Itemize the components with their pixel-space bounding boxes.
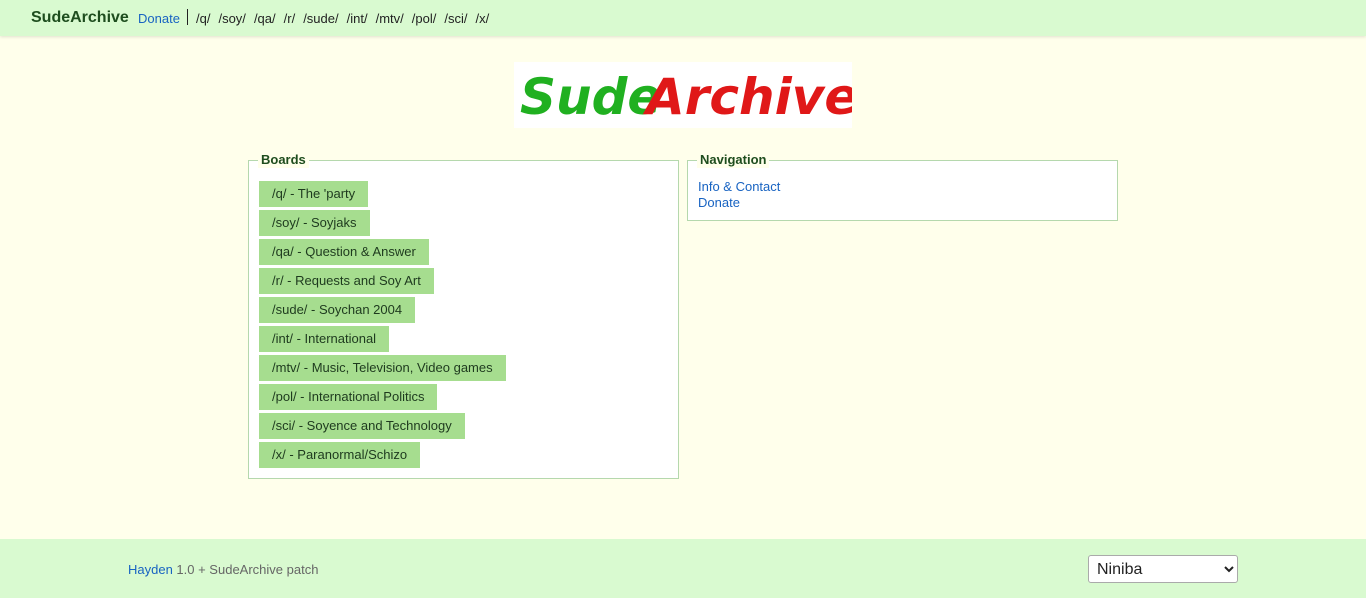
list-item: /mtv/ - Music, Television, Video games [259, 355, 506, 384]
list-item: /r/ - Requests and Soy Art [259, 268, 506, 297]
list-item: /sude/ - Soychan 2004 [259, 297, 506, 326]
list-item: Info & Contact [698, 179, 780, 195]
list-item: /sci/ - Soyence and Technology [259, 413, 506, 442]
boards-panel: Boards /q/ - The 'party /soy/ - Soyjaks … [248, 152, 679, 479]
board-link-sci[interactable]: /sci/ [444, 11, 467, 26]
list-item: /pol/ - International Politics [259, 384, 506, 413]
nav-divider [187, 9, 188, 25]
list-item: Donate [698, 195, 780, 211]
navigation-list: Info & Contact Donate [698, 179, 780, 211]
info-contact-link[interactable]: Info & Contact [698, 179, 780, 194]
list-item: /qa/ - Question & Answer [259, 239, 506, 268]
board-link-sude[interactable]: /sude/ [303, 11, 338, 26]
board-link-pol[interactable]: /pol/ [412, 11, 437, 26]
navigation-legend: Navigation [697, 152, 770, 168]
boards-legend: Boards [258, 152, 309, 168]
list-item: /int/ - International [259, 326, 506, 355]
board-link-x[interactable]: /x/ [475, 11, 489, 26]
theme-select[interactable]: Niniba [1088, 555, 1238, 583]
footer: Hayden 1.0 + SudeArchive patch Niniba [0, 539, 1366, 598]
logo-text-archive: Archive [642, 68, 852, 126]
site-brand[interactable]: SudeArchive [31, 9, 129, 27]
site-logo: Sude Archive [514, 62, 852, 128]
donate-link[interactable]: Donate [138, 11, 180, 26]
board-button-r[interactable]: /r/ - Requests and Soy Art [259, 268, 434, 294]
logo-text-sude: Sude [520, 68, 661, 126]
hayden-link[interactable]: Hayden [128, 562, 173, 577]
board-button-x[interactable]: /x/ - Paranormal/Schizo [259, 442, 421, 468]
top-nav-bar: SudeArchive Donate /q/ /soy/ /qa/ /r/ /s… [0, 0, 1366, 36]
credit-text: 1.0 + SudeArchive patch [172, 562, 319, 577]
board-links: /q/ /soy/ /qa/ /r/ /sude/ /int/ /mtv/ /p… [196, 11, 497, 26]
board-button-pol[interactable]: /pol/ - International Politics [259, 384, 438, 410]
board-link-int[interactable]: /int/ [347, 11, 368, 26]
board-link-qa[interactable]: /qa/ [254, 11, 276, 26]
footer-credit: Hayden 1.0 + SudeArchive patch [128, 562, 318, 577]
board-button-soy[interactable]: /soy/ - Soyjaks [259, 210, 370, 236]
board-link-mtv[interactable]: /mtv/ [376, 11, 404, 26]
board-button-sci[interactable]: /sci/ - Soyence and Technology [259, 413, 465, 439]
navigation-panel: Navigation Info & Contact Donate [687, 152, 1118, 221]
list-item: /soy/ - Soyjaks [259, 210, 506, 239]
board-list: /q/ - The 'party /soy/ - Soyjaks /qa/ - … [259, 181, 506, 471]
board-link-soy[interactable]: /soy/ [218, 11, 245, 26]
board-button-qa[interactable]: /qa/ - Question & Answer [259, 239, 429, 265]
board-button-sude[interactable]: /sude/ - Soychan 2004 [259, 297, 416, 323]
list-item: /x/ - Paranormal/Schizo [259, 442, 506, 471]
board-button-mtv[interactable]: /mtv/ - Music, Television, Video games [259, 355, 506, 381]
board-button-q[interactable]: /q/ - The 'party [259, 181, 369, 207]
board-button-int[interactable]: /int/ - International [259, 326, 390, 352]
board-link-r[interactable]: /r/ [284, 11, 296, 26]
board-link-q[interactable]: /q/ [196, 11, 210, 26]
list-item: /q/ - The 'party [259, 181, 506, 210]
nav-donate-link[interactable]: Donate [698, 195, 740, 210]
